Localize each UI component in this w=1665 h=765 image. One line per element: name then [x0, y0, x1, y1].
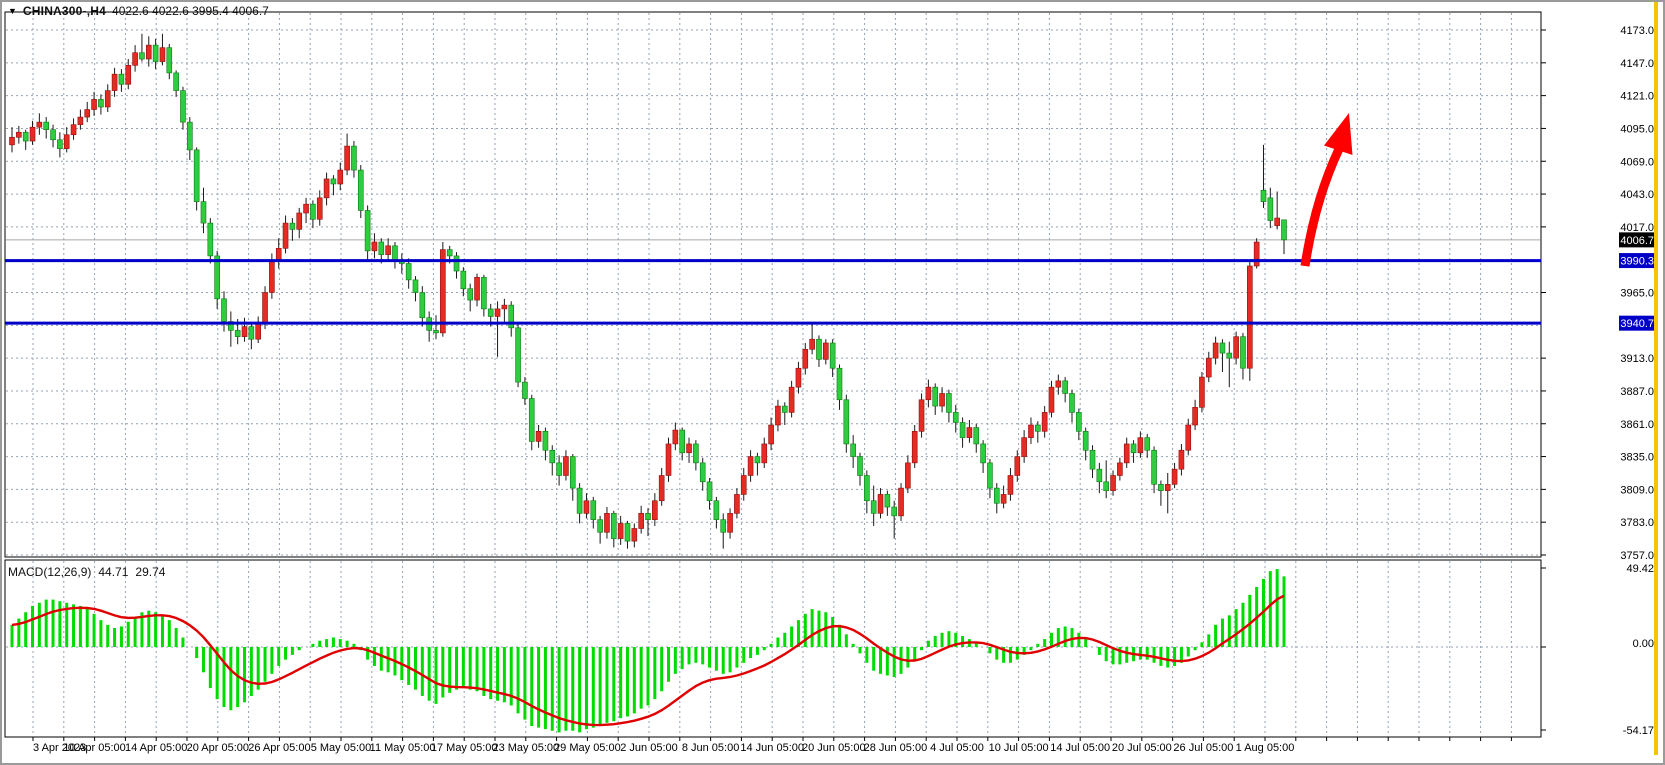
- svg-text:4043.0: 4043.0: [1620, 189, 1654, 201]
- svg-text:23 May 05:00: 23 May 05:00: [492, 742, 559, 754]
- svg-text:11 May 05:00: 11 May 05:00: [370, 742, 436, 754]
- svg-text:8 Jun 05:00: 8 Jun 05:00: [682, 742, 740, 754]
- svg-text:4121.0: 4121.0: [1620, 91, 1654, 103]
- svg-text:4095.0: 4095.0: [1620, 123, 1654, 135]
- svg-text:29 May 05:00: 29 May 05:00: [554, 742, 621, 754]
- svg-text:3835.0: 3835.0: [1620, 452, 1654, 464]
- svg-text:2 Jun 05:00: 2 Jun 05:00: [620, 742, 678, 754]
- svg-text:4173.0: 4173.0: [1620, 25, 1654, 37]
- svg-text:26 Apr 05:00: 26 Apr 05:00: [248, 742, 310, 754]
- svg-text:5 May 05:00: 5 May 05:00: [311, 742, 372, 754]
- svg-text:20 Jun 05:00: 20 Jun 05:00: [802, 742, 866, 754]
- main-plot-area: [5, 12, 1541, 557]
- svg-text:4 Jul 05:00: 4 Jul 05:00: [930, 742, 984, 754]
- macd-name: MACD(12,26,9): [8, 565, 91, 579]
- svg-text:10 Apr 05:00: 10 Apr 05:00: [63, 742, 125, 754]
- svg-text:28 Jun 05:00: 28 Jun 05:00: [864, 742, 928, 754]
- svg-text:3757.0: 3757.0: [1620, 550, 1654, 562]
- right-edge-strip: [1654, 2, 1658, 755]
- svg-text:26 Jul 05:00: 26 Jul 05:00: [1173, 742, 1233, 754]
- svg-text:14 Jul 05:00: 14 Jul 05:00: [1050, 742, 1110, 754]
- macd-signal-value: 29.74: [135, 565, 165, 579]
- svg-text:14 Jun 05:00: 14 Jun 05:00: [740, 742, 804, 754]
- svg-text:10 Jul 05:00: 10 Jul 05:00: [989, 742, 1049, 754]
- svg-text:14 Apr 05:00: 14 Apr 05:00: [125, 742, 187, 754]
- svg-text:3940.7: 3940.7: [1620, 318, 1654, 330]
- svg-text:4147.0: 4147.0: [1620, 58, 1654, 70]
- svg-text:3990.3: 3990.3: [1620, 256, 1654, 268]
- svg-text:4017.0: 4017.0: [1620, 222, 1654, 234]
- macd-main-value: 44.71: [98, 565, 128, 579]
- svg-text:3861.0: 3861.0: [1620, 419, 1654, 431]
- svg-text:3783.0: 3783.0: [1620, 517, 1654, 529]
- svg-text:4006.7: 4006.7: [1620, 235, 1654, 247]
- svg-text:1 Aug 05:00: 1 Aug 05:00: [1236, 742, 1295, 754]
- svg-text:49.42: 49.42: [1626, 563, 1654, 575]
- svg-text:3887.0: 3887.0: [1620, 386, 1654, 398]
- svg-text:4069.0: 4069.0: [1620, 156, 1654, 168]
- macd-indicator-label: MACD(12,26,9) 44.71 29.74: [8, 565, 165, 579]
- symbol-ohlc-values: 4022.6 4022.6 3995.4 4006.7: [112, 4, 269, 18]
- macd-plot-area: [5, 560, 1541, 737]
- price-chart-canvas: 4173.0 4147.0 4121.0 4095.0 4069.0 4043.0 4017…: [0, 0, 1665, 765]
- svg-text:0.00: 0.00: [1633, 638, 1654, 650]
- svg-text:3913.0: 3913.0: [1620, 353, 1654, 365]
- price-axis: 4173.0 4147.0 4121.0 4095.0 4069.0 4043.0 4017…: [1541, 25, 1658, 737]
- svg-text:20 Jul 05:00: 20 Jul 05:00: [1112, 742, 1172, 754]
- date-axis: 3 Apr 202310 Apr 05:0014 Apr 05:0020 Apr…: [33, 737, 1511, 754]
- svg-text:3965.0: 3965.0: [1620, 288, 1654, 300]
- symbol-label: CHINA300-,H4: [23, 4, 106, 18]
- svg-text:20 Apr 05:00: 20 Apr 05:00: [187, 742, 249, 754]
- svg-text:3809.0: 3809.0: [1620, 484, 1654, 496]
- chart-symbol-header: ▼ CHINA300-,H4 4022.6 4022.6 3995.4 4006…: [8, 4, 269, 18]
- symbol-dropdown-icon[interactable]: ▼: [8, 6, 17, 16]
- svg-text:17 May 05:00: 17 May 05:00: [431, 742, 498, 754]
- mt4-chart-window: 4173.0 4147.0 4121.0 4095.0 4069.0 4043.0 4017…: [0, 0, 1665, 765]
- svg-text:-54.17: -54.17: [1623, 725, 1654, 737]
